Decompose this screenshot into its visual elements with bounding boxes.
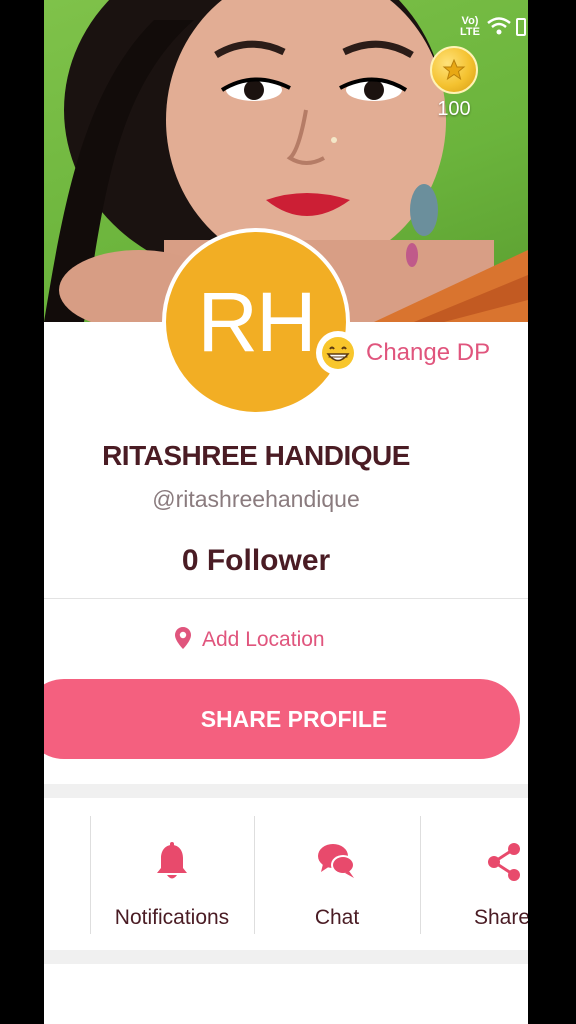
share-icon [486, 842, 522, 887]
share-label: Share [474, 906, 528, 929]
profile-screen: Vo) LTE 100 RH Change DP RITASHREE HANDI… [44, 0, 528, 1024]
section-separator [44, 784, 528, 798]
share-profile-label: SHARE PROFILE [200, 705, 388, 732]
avatar-initials: RH [197, 274, 316, 369]
add-location-label: Add Location [202, 628, 325, 651]
status-bar: Vo) LTE [438, 12, 528, 42]
bell-icon [155, 842, 189, 887]
change-dp-label: Change DP [366, 339, 491, 366]
network-indicator: Vo) LTE [460, 15, 480, 38]
chat-label: Chat [314, 906, 360, 929]
coin-count: 100 [437, 98, 471, 120]
notifications-label: Notifications [114, 906, 230, 929]
profile-name: RITASHREE HANDIQUE [102, 440, 410, 471]
notifications-button[interactable]: Notifications [90, 798, 254, 950]
avatar[interactable]: RH [162, 228, 350, 416]
coin-icon[interactable] [430, 46, 478, 94]
change-dp-button[interactable]: Change DP [316, 330, 490, 376]
share-profile-button[interactable]: SHARE PROFILE [44, 679, 520, 759]
add-location-button[interactable]: Add Location [174, 624, 325, 656]
profile-handle: @ritashreehandique [152, 486, 360, 512]
location-pin-icon [174, 626, 192, 655]
section-separator [44, 950, 528, 964]
battery-icon [516, 18, 526, 36]
chat-bubbles-icon [317, 842, 357, 885]
share-button[interactable]: Share [420, 798, 528, 950]
follower-count[interactable]: 0 Follower [44, 544, 468, 578]
divider [44, 598, 528, 599]
chat-button[interactable]: Chat [254, 798, 420, 950]
action-row: Notifications Chat Share [44, 798, 528, 950]
grin-emoji-icon [316, 331, 360, 375]
